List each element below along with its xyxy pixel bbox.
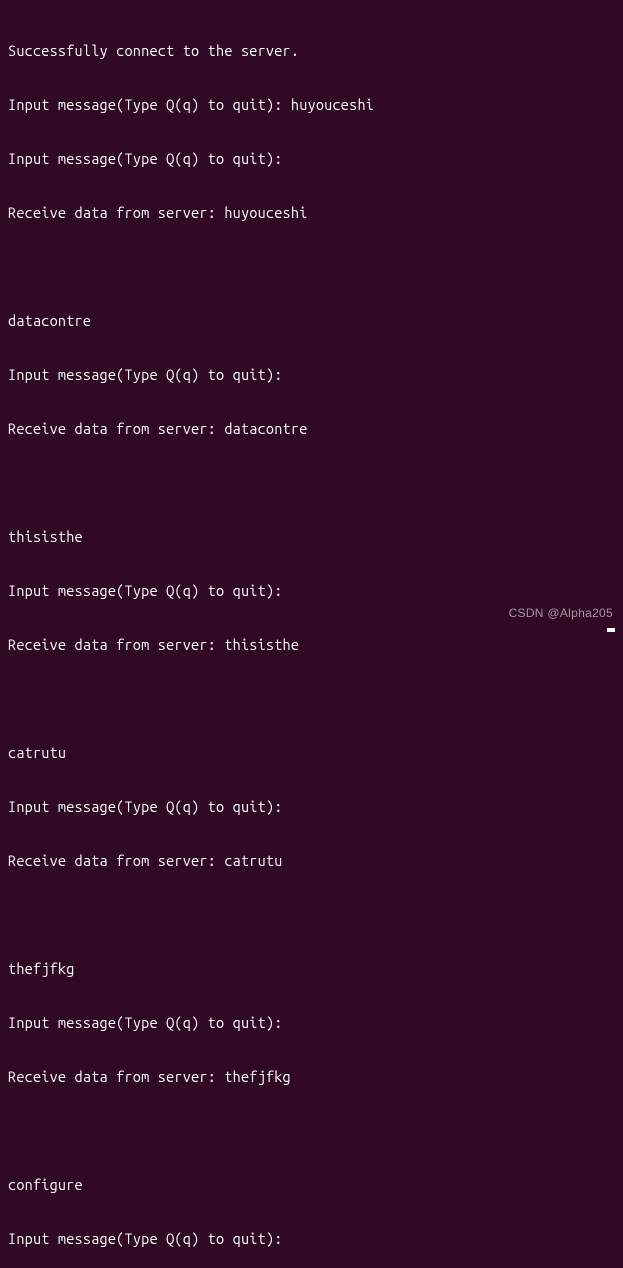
terminal-line: Receive data from server: thisisthe xyxy=(8,636,615,654)
terminal-line: Receive data from server: catrutu xyxy=(8,852,615,870)
terminal-line: configure xyxy=(8,1176,615,1194)
terminal-line: datacontre xyxy=(8,312,615,330)
terminal-line xyxy=(8,690,615,708)
terminal-line: Input message(Type Q(q) to quit): xyxy=(8,798,615,816)
terminal-line: Input message(Type Q(q) to quit): xyxy=(8,582,615,600)
terminal-line: Receive data from server: thefjfkg xyxy=(8,1068,615,1086)
terminal-line: Receive data from server: huyouceshi xyxy=(8,204,615,222)
watermark-text: CSDN @Alpha205 xyxy=(509,604,613,622)
terminal-line: catrutu xyxy=(8,744,615,762)
terminal-output[interactable]: Successfully connect to the server. Inpu… xyxy=(8,6,615,1268)
terminal-cursor xyxy=(607,628,615,632)
terminal-line xyxy=(8,1122,615,1140)
terminal-line: Successfully connect to the server. xyxy=(8,42,615,60)
terminal-line: Input message(Type Q(q) to quit): xyxy=(8,150,615,168)
terminal-line: Input message(Type Q(q) to quit): xyxy=(8,1014,615,1032)
terminal-line xyxy=(8,906,615,924)
terminal-line xyxy=(8,258,615,276)
terminal-line: Input message(Type Q(q) to quit): xyxy=(8,1230,615,1248)
terminal-line: Receive data from server: datacontre xyxy=(8,420,615,438)
terminal-line: thisisthe xyxy=(8,528,615,546)
terminal-line: thefjfkg xyxy=(8,960,615,978)
terminal-line: Input message(Type Q(q) to quit): xyxy=(8,366,615,384)
terminal-line xyxy=(8,474,615,492)
terminal-line: Input message(Type Q(q) to quit): huyouc… xyxy=(8,96,615,114)
